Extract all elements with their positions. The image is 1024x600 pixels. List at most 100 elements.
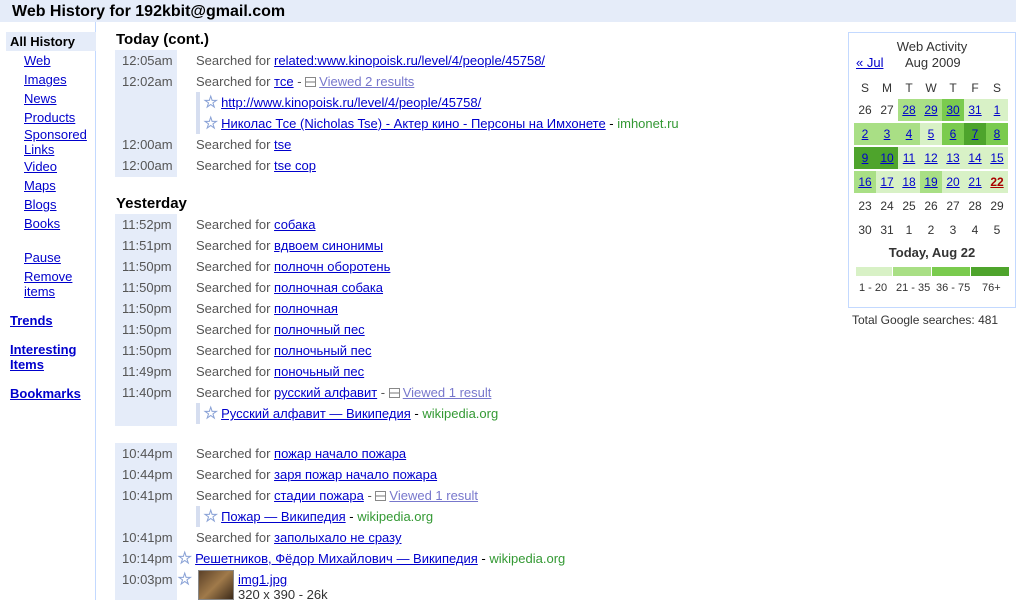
viewed-results-link[interactable]: Viewed 1 result (389, 488, 478, 503)
search-query-link[interactable]: русский алфавит (274, 385, 377, 400)
search-query-link[interactable]: стадии пожара (274, 488, 364, 503)
entry-time: 12:05am (122, 53, 173, 68)
calendar-day-link[interactable]: 19 (920, 171, 942, 193)
image-thumbnail[interactable] (198, 570, 234, 600)
calendar-day-link[interactable]: 21 (964, 171, 986, 193)
star-icon[interactable]: ★ (177, 569, 191, 590)
calendar-day-link[interactable]: 31 (964, 99, 986, 121)
result-site: wikipedia.org (489, 551, 566, 566)
search-query-link[interactable]: related:www.kinopoisk.ru/level/4/people/… (274, 53, 545, 68)
calendar-day-link[interactable]: 15 (986, 147, 1008, 169)
result-link[interactable]: Пожар — Википедия (221, 509, 346, 524)
visited-page-link[interactable]: Решетников, Фёдор Михайлович — Википедия (195, 551, 478, 566)
entry-time: 12:02am (122, 74, 173, 89)
entry-prefix: Searched for (196, 137, 275, 152)
entry-time: 11:50pm (122, 259, 172, 274)
calendar-day-link[interactable]: 4 (898, 123, 920, 145)
calendar-day-link[interactable]: 28 (898, 99, 920, 121)
star-icon[interactable]: ★ (203, 506, 217, 527)
entry-prefix: Searched for (196, 385, 275, 400)
image-link[interactable]: img1.jpg (238, 572, 328, 587)
search-query-link[interactable]: поночьный пес (274, 364, 364, 379)
calendar-day-link[interactable]: 8 (986, 123, 1008, 145)
calendar-day-link[interactable]: 3 (876, 123, 898, 145)
viewed-results-icon[interactable] (305, 77, 317, 87)
calendar-day-link[interactable]: 1 (986, 99, 1008, 121)
sidebar-item-maps[interactable]: Maps (24, 178, 56, 193)
search-query-link[interactable]: tse cop (274, 158, 316, 173)
search-query-link[interactable]: полночная собака (274, 280, 383, 295)
result-link[interactable]: Русский алфавит — Википедия (221, 406, 411, 421)
prev-month-link[interactable]: « Jul (856, 55, 883, 70)
search-query-link[interactable]: полночн оборотень (274, 259, 390, 274)
star-icon[interactable]: ★ (203, 403, 217, 424)
calendar-day-link[interactable]: 22 (986, 171, 1008, 193)
history-row: 10:44pm Searched for заря пожар начало п… (0, 464, 820, 485)
calendar-day-link[interactable]: 16 (854, 171, 876, 193)
calendar-day-link[interactable]: 18 (898, 171, 920, 193)
calendar-day-link[interactable]: 12 (920, 147, 942, 169)
entry-time: 11:52pm (122, 217, 172, 232)
calendar-day-link[interactable]: 11 (898, 147, 920, 169)
entry-prefix: Searched for (196, 530, 275, 545)
header-bar: Web History for 192kbit@gmail.com (0, 0, 1016, 22)
entry-prefix: Searched for (196, 53, 275, 68)
calendar-day-link[interactable]: 10 (876, 147, 898, 169)
legend-label: 36 - 75 (936, 282, 971, 294)
entry-prefix: Searched for (196, 238, 275, 253)
result-site: wikipedia.org (422, 406, 499, 421)
calendar-day-link[interactable]: 6 (942, 123, 964, 145)
entry-prefix: Searched for (196, 217, 275, 232)
legend-swatch (893, 267, 931, 276)
sidebar-item-products[interactable]: Products (24, 110, 75, 125)
calendar-day-link[interactable]: 5 (920, 123, 942, 145)
result-link[interactable]: Николас Тсе (Nicholas Tse) - Актер кино … (221, 116, 606, 131)
calendar-weekday: T (905, 81, 913, 95)
entry-time: 11:50pm (122, 280, 172, 295)
result-indent-bar (196, 92, 200, 113)
calendar-day-link[interactable]: 20 (942, 171, 964, 193)
star-icon[interactable]: ★ (177, 548, 191, 569)
star-icon[interactable]: ★ (203, 113, 217, 134)
calendar-day-link[interactable]: 9 (854, 147, 876, 169)
sidebar-item-news[interactable]: News (24, 91, 57, 106)
legend-swatch (971, 267, 1009, 276)
sidebar-item-all-history[interactable]: All History (6, 32, 96, 51)
entry-time: 11:50pm (122, 322, 172, 337)
search-query-link[interactable]: заполыхало не сразу (274, 530, 401, 545)
calendar-day-link[interactable]: 7 (964, 123, 986, 145)
calendar-day-link[interactable]: 13 (942, 147, 964, 169)
viewed-results-icon[interactable] (388, 388, 400, 398)
calendar-day-link[interactable]: 29 (920, 99, 942, 121)
result-link[interactable]: http://www.kinopoisk.ru/level/4/people/4… (221, 95, 481, 110)
search-query-link[interactable]: тсе (274, 74, 294, 89)
history-row: 12:00am Searched for tse (0, 134, 820, 155)
viewed-results-link[interactable]: Viewed 1 result (403, 385, 492, 400)
calendar-day-link[interactable]: 14 (964, 147, 986, 169)
viewed-results-link[interactable]: Viewed 2 results (319, 74, 414, 89)
search-query-link[interactable]: заря пожар начало пожара (274, 467, 437, 482)
history-row: 11:50pm Searched for полночный пес (0, 319, 820, 340)
calendar-day-link[interactable]: 2 (854, 123, 876, 145)
calendar-day-link[interactable]: 17 (876, 171, 898, 193)
search-query-link[interactable]: пожар начало пожара (274, 446, 406, 461)
result-site: wikipedia.org (357, 509, 434, 524)
calendar-day-link[interactable]: 30 (942, 99, 964, 121)
legend-label: 1 - 20 (859, 282, 888, 294)
result-indent-bar (196, 506, 200, 527)
search-query-link[interactable]: полночьный пес (274, 343, 371, 358)
viewed-results-icon[interactable] (375, 491, 387, 501)
calendar-weekday: F (971, 81, 979, 95)
history-row: 11:50pm Searched for полночная собака (0, 277, 820, 298)
search-query-link[interactable]: полночный пес (274, 322, 365, 337)
star-icon[interactable]: ★ (203, 92, 217, 113)
search-query-link[interactable]: tse (274, 137, 291, 152)
sidebar-item-blogs[interactable]: Blogs (24, 197, 57, 212)
search-query-link[interactable]: вдвоем синонимы (274, 238, 383, 253)
calendar-day: 28 (968, 199, 982, 213)
search-query-link[interactable]: полночная (274, 301, 338, 316)
search-query-link[interactable]: собака (274, 217, 315, 232)
entry-prefix: Searched for (196, 74, 275, 89)
calendar-day: 2 (927, 223, 935, 237)
calendar-today-label: Today, Aug 22 (888, 245, 976, 260)
